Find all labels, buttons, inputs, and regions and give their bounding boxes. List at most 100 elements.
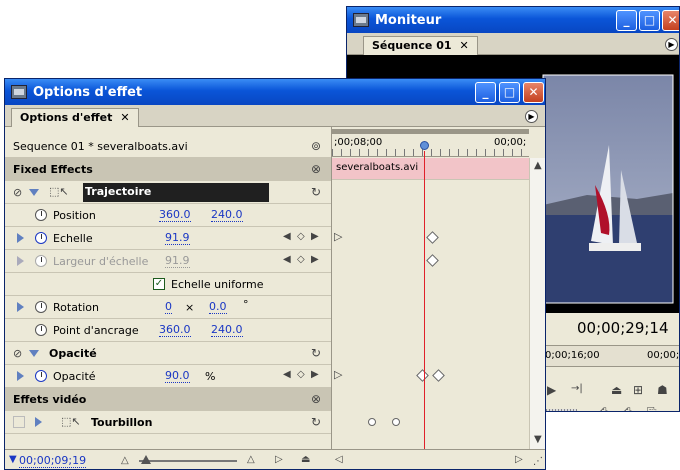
next-keyframe-icon[interactable]: ▶ — [311, 231, 319, 242]
echelle-label: Echelle — [53, 231, 93, 245]
current-time[interactable]: 00;00;09;19 — [19, 454, 87, 468]
expand-largeur-icon[interactable] — [17, 256, 24, 266]
moniteur-timecode[interactable]: 00;00;29;14 — [577, 319, 669, 337]
maximize-button[interactable]: □ — [639, 10, 660, 31]
play-icon[interactable]: ▶ — [547, 383, 556, 397]
scroll-up-icon[interactable]: ▲ — [534, 160, 542, 171]
keyframe-start-marker[interactable]: ▷ — [334, 368, 342, 381]
ancrage-x-value[interactable]: 360.0 — [159, 323, 191, 337]
minimize-button[interactable]: _ — [475, 82, 496, 103]
tab-close-icon[interactable]: ✕ — [120, 111, 129, 124]
zoom-in-icon[interactable]: △ — [247, 454, 255, 465]
reset-icon[interactable]: ↻ — [311, 415, 321, 429]
zoom-slider[interactable] — [139, 455, 237, 464]
collapse-icon[interactable]: ⊗ — [311, 392, 321, 406]
tab-effect-options[interactable]: Options d'effet ✕ — [11, 108, 139, 127]
expand-trajectoire-icon[interactable] — [29, 189, 39, 196]
stopwatch-icon[interactable] — [35, 301, 47, 313]
stopwatch-icon[interactable] — [35, 324, 47, 336]
expand-opacite-value-icon[interactable] — [17, 371, 24, 381]
fx-toggle-icon[interactable]: ⊘ — [13, 186, 22, 199]
moniteur-ruler[interactable]: 0;00;16;00 00;00; — [543, 345, 679, 367]
keyframe[interactable] — [426, 254, 439, 267]
resize-grip-icon[interactable]: ⋰ — [533, 456, 543, 467]
stopwatch-active-icon[interactable] — [35, 370, 47, 382]
ruler-end-label: 00;00; — [494, 137, 527, 148]
motion-icon: ⬚↖ — [49, 185, 69, 198]
panel-menu-icon[interactable]: ▶ — [525, 110, 538, 123]
zoom-slider-thumb[interactable] — [141, 455, 151, 464]
rotation-turns-value[interactable]: 0 — [165, 300, 172, 314]
effect-titlebar[interactable]: Options d'effet _ □ ✕ — [5, 79, 545, 105]
lift-icon[interactable]: ⏏ — [611, 383, 622, 397]
close-button[interactable]: ✕ — [523, 82, 544, 103]
stopwatch-active-icon[interactable] — [35, 232, 47, 244]
add-keyframe-icon[interactable]: ◇ — [297, 369, 305, 380]
clip-bar[interactable]: severalboats.avi — [332, 158, 529, 180]
minimize-button[interactable]: _ — [616, 10, 637, 31]
fx-toggle-empty[interactable] — [13, 416, 25, 428]
keyframe-dot[interactable] — [368, 418, 376, 426]
overlay-icon[interactable]: ⎙ — [623, 405, 633, 411]
keyframe-start-marker[interactable]: ▷ — [334, 230, 342, 243]
expand-opacite-icon[interactable] — [29, 350, 39, 357]
zoom-out-icon[interactable]: △ — [121, 455, 129, 466]
timeline-ruler[interactable]: ;00;08;00 00;00; — [332, 129, 529, 157]
zoom-bar[interactable] — [332, 129, 529, 134]
moniteur-titlebar[interactable]: Moniteur _ □ ✕ — [347, 7, 679, 33]
prev-keyframe-icon[interactable]: ◀ — [283, 254, 291, 265]
output-icon[interactable]: ☗ — [657, 383, 668, 397]
stopwatch-icon[interactable] — [35, 209, 47, 221]
prev-keyframe-icon[interactable]: ◀ — [283, 231, 291, 242]
add-keyframe-icon[interactable]: ◇ — [297, 254, 305, 265]
uniform-checkbox[interactable]: ✓ — [153, 278, 165, 290]
tab-sequence[interactable]: Séquence 01 ✕ — [363, 36, 478, 55]
show-timeline-icon[interactable]: ⊚ — [311, 139, 321, 153]
position-row: Position 360.0 240.0 — [5, 204, 331, 227]
opacite-unit: % — [205, 369, 216, 383]
vertical-scrollbar[interactable]: ▲ ▼ — [529, 158, 545, 449]
position-x-value[interactable]: 360.0 — [159, 208, 191, 222]
collapse-icon[interactable]: ⊗ — [311, 162, 321, 176]
expand-rotation-icon[interactable] — [17, 302, 24, 312]
expand-echelle-icon[interactable] — [17, 233, 24, 243]
next-keyframe-icon[interactable]: ▶ — [311, 254, 319, 265]
reset-icon[interactable]: ↻ — [311, 346, 321, 360]
uniform-row: ✓ Echelle uniforme — [5, 273, 331, 296]
scroll-down-icon[interactable]: ▼ — [534, 434, 542, 445]
effect-icon: ⬚↖ — [61, 415, 81, 428]
expand-tourbillon-icon[interactable] — [35, 417, 42, 427]
jog-bar[interactable] — [543, 409, 577, 411]
position-y-value[interactable]: 240.0 — [211, 208, 243, 222]
panel-menu-icon[interactable]: ▶ — [665, 38, 678, 51]
export-icon[interactable]: ⏏ — [301, 454, 310, 465]
export-frame-icon[interactable]: ⎘ — [647, 405, 657, 411]
step-forward-icon[interactable]: →| — [571, 383, 583, 394]
tab-effect-options-label: Options d'effet — [20, 111, 113, 124]
stopwatch-icon[interactable] — [35, 255, 47, 267]
fixed-effects-header: Fixed Effects ⊗ — [5, 158, 331, 181]
add-keyframe-icon[interactable]: ◇ — [297, 231, 305, 242]
hscroll-left-icon[interactable]: ◁ — [335, 454, 343, 465]
play-audio-icon[interactable]: ▷ — [275, 454, 283, 465]
safe-margins-icon[interactable]: ⊞ — [633, 383, 643, 397]
ancrage-y-value[interactable]: 240.0 — [211, 323, 243, 337]
reset-icon[interactable]: ↻ — [311, 185, 321, 199]
keyframe[interactable] — [416, 369, 429, 382]
keyframe-dot[interactable] — [392, 418, 400, 426]
close-button[interactable]: ✕ — [662, 10, 679, 31]
maximize-button[interactable]: □ — [499, 82, 520, 103]
fx-toggle-icon[interactable]: ⊘ — [13, 347, 22, 360]
next-keyframe-icon[interactable]: ▶ — [311, 369, 319, 380]
keyframe[interactable] — [426, 231, 439, 244]
insert-icon[interactable]: ⎙ — [599, 405, 609, 411]
keyframe[interactable] — [432, 369, 445, 382]
rotation-degrees-value[interactable]: 0.0 — [209, 300, 227, 314]
opacite-value[interactable]: 90.0 — [165, 369, 190, 383]
playhead-line[interactable] — [424, 151, 425, 449]
prev-keyframe-icon[interactable]: ◀ — [283, 369, 291, 380]
hscroll-right-icon[interactable]: ▷ — [515, 454, 523, 465]
echelle-value[interactable]: 91.9 — [165, 231, 190, 245]
playhead-handle[interactable] — [420, 141, 429, 150]
tab-close-icon[interactable]: ✕ — [460, 39, 469, 52]
